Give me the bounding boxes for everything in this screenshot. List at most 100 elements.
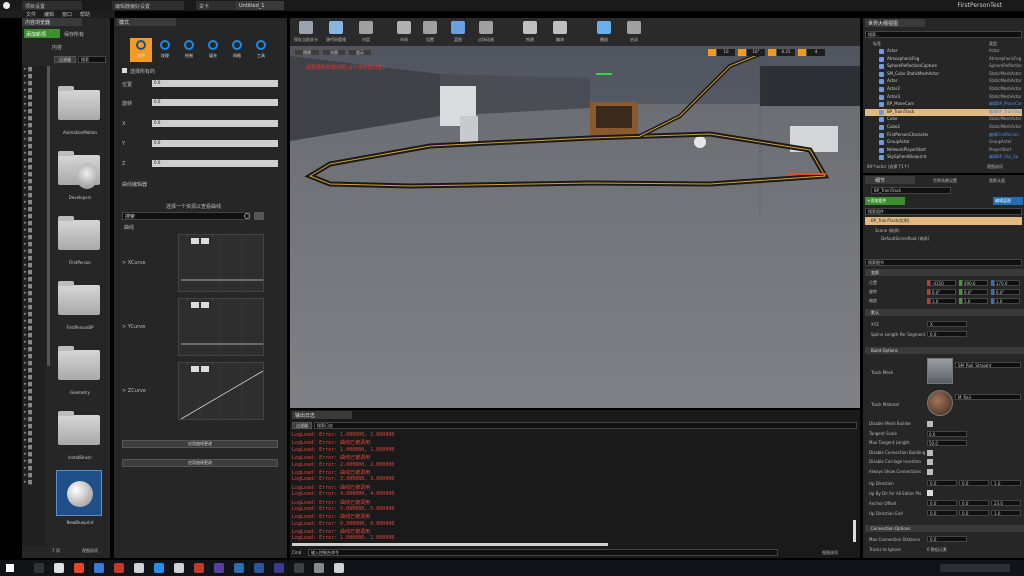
mode-field-input[interactable]: 0.0 <box>152 160 278 167</box>
folder-tree-node[interactable]: ▸ ▆ <box>22 283 46 290</box>
outliner-row[interactable]: BP_TrainTrack 编辑BP_TrainTrack <box>865 108 1022 116</box>
filter-button[interactable]: 过滤器 <box>54 56 76 63</box>
output-log-tab[interactable]: 输出日志 <box>292 411 352 419</box>
snap-toggle-icon[interactable] <box>768 49 776 56</box>
transform-x-field[interactable]: 1.0 <box>930 298 956 304</box>
system-tray[interactable] <box>940 564 1010 572</box>
outliner-row[interactable]: FirstPersonCharacter 编辑FirstPerson <box>865 132 1022 139</box>
taskbar-app-icon[interactable] <box>334 563 344 573</box>
edit-blueprint-button[interactable]: 编辑蓝图 <box>993 197 1023 205</box>
track-mesh-field[interactable]: SM_Rail_Straight <box>955 362 1021 368</box>
asset-item[interactable]: FirstPersonBP <box>54 281 106 341</box>
asset-thumbnail[interactable] <box>56 470 102 516</box>
folder-tree-node[interactable]: ▸ ▆ <box>22 353 46 360</box>
toolbar-button-9[interactable]: 播放 <box>590 19 618 45</box>
details-search-input[interactable]: 搜索细节 <box>865 259 1022 266</box>
transform-x-field[interactable]: -4150 <box>930 280 956 286</box>
folder-tree-node[interactable]: ▸ ▆ <box>22 458 46 465</box>
mode-tool-5[interactable]: 工具 <box>250 38 272 62</box>
toolbar-button-5[interactable]: 蓝图 <box>444 19 472 45</box>
taskbar-app-icon[interactable] <box>54 563 64 573</box>
toolbar-button-2[interactable]: 内容 <box>352 19 380 45</box>
content-breadcrumb[interactable]: 内容 <box>52 44 62 51</box>
outliner-row[interactable]: Actor2 StaticMeshActor <box>865 86 1022 93</box>
transform-z-field[interactable]: 170.0 <box>994 280 1020 286</box>
console-input[interactable]: 输入控制台命令 <box>308 549 778 556</box>
folder-tree-node[interactable]: ▸ ▆ <box>22 395 46 402</box>
folder-tree[interactable]: ▸ ▆ ▸ ▆ ▸ ▆ ▸ ▆ ▸ ▆ ▸ ▆ ▸ ▆ ▸ ▆ ▸ ▆ ▸ ▆ ▸ ▆ ▸ ▆ ▸ ▆ ▸… <box>22 66 46 546</box>
folder-tree-node[interactable]: ▸ ▆ <box>22 234 46 241</box>
folder-tree-node[interactable]: ▸ ▆ <box>22 332 46 339</box>
transform-y-field[interactable]: 490.0 <box>962 280 988 286</box>
outliner-row[interactable]: Cube StaticMeshActor <box>865 116 1022 123</box>
anchor-x[interactable]: 0.0 <box>927 500 957 506</box>
folder-tree-node[interactable]: ▸ ▆ <box>22 248 46 255</box>
content-search-input[interactable]: 搜索 <box>78 56 106 63</box>
outliner-row[interactable]: SM_Cube StaticMeshActor StaticMeshActor <box>865 71 1022 78</box>
connection-options-header[interactable]: Connection Options <box>865 525 1024 532</box>
component-scene[interactable]: Scene (继承) <box>875 228 900 234</box>
folder-tree-node[interactable]: ▸ ▆ <box>22 465 46 472</box>
folder-tree-node[interactable]: ▸ ▆ <box>22 199 46 206</box>
asset-item[interactable]: Developers <box>54 151 106 211</box>
mode-tool-3[interactable]: 填充 <box>202 38 224 62</box>
taskbar-app-icon[interactable] <box>274 563 284 573</box>
content-view-options[interactable]: 视图选项 <box>82 548 98 554</box>
snap-value[interactable]: 10 <box>717 49 735 56</box>
window-tab-1[interactable]: 编辑器偏好设置 <box>112 1 184 10</box>
folder-tree-node[interactable]: ▸ ▆ <box>22 213 46 220</box>
toolbar-button-6[interactable]: 过场动画 <box>472 19 500 45</box>
folder-tree-node[interactable]: ▸ ▆ <box>22 444 46 451</box>
actor-name-field[interactable]: BP_TrainTrack <box>871 187 951 194</box>
transform-y-field[interactable]: 0.0° <box>962 289 988 295</box>
folder-tree-node[interactable]: ▸ ▆ <box>22 227 46 234</box>
toolbar-button-1[interactable]: 源代码管理 <box>322 19 350 45</box>
folder-tree-node[interactable]: ▸ ▆ <box>22 346 46 353</box>
folder-tree-node[interactable]: ▸ ▆ <box>22 122 46 129</box>
outliner-row[interactable]: NetworkPlayerStart PlayerStart <box>865 147 1022 154</box>
outliner-row[interactable]: BP_MoveCam 编辑BP_MoveCam <box>865 101 1022 108</box>
folder-tree-node[interactable]: ▸ ▆ <box>22 206 46 213</box>
outliner-row[interactable]: Actor StaticMeshActor <box>865 78 1022 85</box>
folder-tree-node[interactable]: ▸ ▆ <box>22 171 46 178</box>
toolbar-button-4[interactable]: 设置 <box>416 19 444 45</box>
folder-tree-node[interactable]: ▸ ▆ <box>22 262 46 269</box>
folder-tree-node[interactable]: ▸ ▆ <box>22 423 46 430</box>
outliner-row[interactable]: GroupActor GroupActor <box>865 139 1022 146</box>
folder-tree-node[interactable]: ▸ ▆ <box>22 87 46 94</box>
folder-tree-node[interactable]: ▸ ▆ <box>22 318 46 325</box>
build-options-header[interactable]: Build Options <box>865 347 1024 354</box>
folder-tree-node[interactable]: ▸ ▆ <box>22 451 46 458</box>
taskbar-app-icon[interactable] <box>234 563 244 573</box>
window-tab-3[interactable]: Untitled_1 <box>236 1 284 10</box>
level-viewport[interactable]: 透视 光照 显示 需要重新构建光照 (1个未构建对象) 10 10° 0.25 4 <box>290 46 860 408</box>
mode-tool-2[interactable]: 绘制 <box>178 38 200 62</box>
mode-tool-4[interactable]: 网格 <box>226 38 248 62</box>
world-settings-tab[interactable]: 世界场景设置 <box>933 178 957 184</box>
snap-toggle-icon[interactable] <box>738 49 746 56</box>
add-component-button[interactable]: +添加组件 <box>865 197 905 205</box>
toolbar-button-10[interactable]: 启动 <box>620 19 648 45</box>
folder-tree-node[interactable]: ▸ ▆ <box>22 115 46 122</box>
menu-file[interactable]: 文件 <box>26 11 36 18</box>
outliner-row[interactable]: SkySphereBlueprint 编辑BP_Sky_Sp <box>865 154 1022 161</box>
folder-tree-node[interactable]: ▸ ▆ <box>22 136 46 143</box>
log-scrollbar[interactable] <box>853 520 856 542</box>
content-browser-tab[interactable]: 内容浏览器 <box>22 18 82 26</box>
folder-tree-node[interactable]: ▸ ▆ <box>22 269 46 276</box>
curve-fit-icon[interactable] <box>201 302 209 308</box>
option-checkbox[interactable] <box>927 449 933 456</box>
transform-header[interactable]: 变换 <box>865 269 1024 276</box>
folder-tree-node[interactable]: ▸ ▆ <box>22 108 46 115</box>
asset-item[interactable]: AnimationMotion <box>54 86 106 146</box>
folder-tree-node[interactable]: ▸ ▆ <box>22 360 46 367</box>
folder-tree-node[interactable]: ▸ ▆ <box>22 94 46 101</box>
folder-tree-node[interactable]: ▸ ▆ <box>22 290 46 297</box>
log-view-options[interactable]: 视图选项 <box>822 550 838 556</box>
folder-tree-node[interactable]: ▸ ▆ <box>22 178 46 185</box>
asset-item[interactable]: Geometry <box>54 346 106 406</box>
menu-help[interactable]: 帮助 <box>80 11 90 18</box>
folder-tree-node[interactable]: ▸ ▆ <box>22 150 46 157</box>
mode-tool-1[interactable]: 纹理 <box>154 38 176 62</box>
folder-tree-node[interactable]: ▸ ▆ <box>22 472 46 479</box>
